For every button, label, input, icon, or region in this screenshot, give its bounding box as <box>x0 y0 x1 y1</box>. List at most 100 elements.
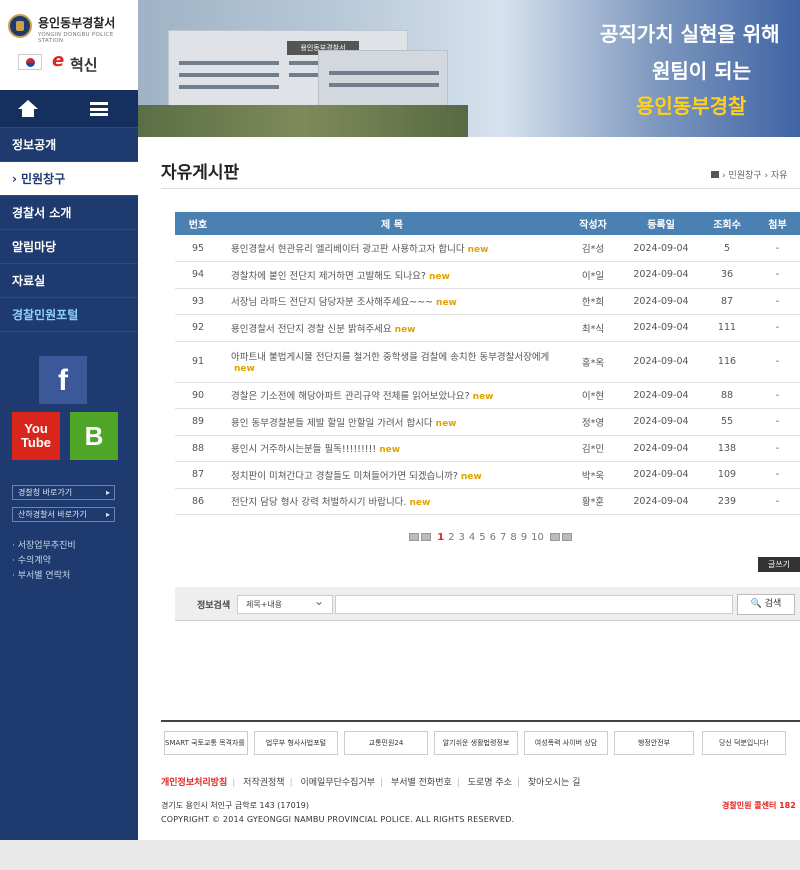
quick-link-sub-stations[interactable]: 산하경찰서 바로가기 <box>12 507 115 522</box>
post-title-link[interactable]: 정치판이 미쳐간다고 경찰들도 미쳐들어가면 되겠습니까? <box>231 471 458 482</box>
page-link[interactable]: 10 <box>531 532 544 543</box>
footer-link-privacy[interactable]: 개인정보처리방침 <box>161 778 227 788</box>
post-title-link[interactable]: 용인시 거주하시는분들 필독!!!!!!!!! <box>231 444 376 455</box>
page-link[interactable]: 4 <box>469 532 475 543</box>
breadcrumb-text[interactable]: › 민원창구 › 자유 <box>722 171 787 181</box>
partner-banner-law-info[interactable]: 알기쉬운 생활법령정보 <box>434 731 518 755</box>
post-title-link[interactable]: 전단지 담당 형사 강력 처벌하시기 바랍니다. <box>231 497 406 508</box>
cell-author: 최*식 <box>563 314 623 342</box>
cell-attachment: - <box>755 382 800 409</box>
pagination: 1 2 3 4 5 6 7 8 9 10 <box>408 532 573 543</box>
cell-title[interactable]: 용인경찰서 전단지 경찰 신분 밝혀주세요 new <box>221 314 563 342</box>
side-link-expenses[interactable]: 서장업무추진비 <box>12 538 76 551</box>
table-row[interactable]: 90 경찰은 기소전에 해당아파트 관리규약 전체를 읽어보았나요? new 이*현 2… <box>175 382 800 409</box>
post-title-link[interactable]: 용인경찰서 현관유리 엘리베이터 광고판 사용하고자 합니다 <box>231 244 465 255</box>
footer-link-directions[interactable]: 찾아오시는 길 <box>528 778 581 788</box>
youtube-icon-text-bottom: Tube <box>20 435 52 450</box>
page-link[interactable]: 8 <box>510 532 516 543</box>
table-row[interactable]: 95 용인경찰서 현관유리 엘리베이터 광고판 사용하고자 합니다 new 김*성 20… <box>175 235 800 262</box>
logo-area[interactable]: 용인동부경찰서 YONGIN DONGBU POLICE STATION e 혁… <box>0 0 138 90</box>
blog-icon[interactable]: B <box>70 412 118 460</box>
column-header-views: 조회수 <box>699 212 755 235</box>
post-title-link[interactable]: 경찰은 기소전에 해당아파트 관리규약 전체를 읽어보았나요? <box>231 391 470 402</box>
post-title-link[interactable]: 경찰차에 붙인 전단지 제거하면 고발해도 되나요? <box>231 271 426 282</box>
cell-date: 2024-09-04 <box>623 461 699 489</box>
partner-banner-kics[interactable]: 법무부 형사사법포털 <box>254 731 338 755</box>
cell-title[interactable]: 정치판이 미쳐간다고 경찰들도 미쳐들어가면 되겠습니까? new <box>221 461 563 489</box>
page-link[interactable]: 3 <box>459 532 465 543</box>
cell-attachment: - <box>755 461 800 489</box>
home-icon[interactable] <box>711 171 719 178</box>
cell-title[interactable]: 서장님 라파드 전단지 담당자분 조사해주세요~~~ new <box>221 288 563 315</box>
nav-item-info-disclosure[interactable]: 정보공개 <box>0 128 138 162</box>
nav-item-notices[interactable]: 알림마당 <box>0 230 138 264</box>
footer-link-address[interactable]: 도로명 주소 <box>468 778 512 788</box>
partner-banner-thanks[interactable]: 당신 덕분입니다! <box>702 731 786 755</box>
post-title-link[interactable]: 용인경찰서 전단지 경찰 신분 밝혀주세요 <box>231 324 392 335</box>
write-button[interactable]: 글쓰기 <box>758 557 800 572</box>
hamburger-icon[interactable] <box>90 102 108 116</box>
board-table: 번호 제 목 작성자 등록일 조회수 첨부 95 용인경찰서 현관유리 엘리베이터… <box>175 212 800 515</box>
post-title-link[interactable]: 아파트내 불법게시물 전단지를 철거한 중학생을 검찰에 송치한 동부경찰서장에… <box>231 352 549 363</box>
page-link[interactable]: 1 <box>437 532 444 543</box>
page-link[interactable]: 9 <box>521 532 527 543</box>
cell-title[interactable]: 용인시 거주하시는분들 필독!!!!!!!!! new <box>221 435 563 462</box>
search-button[interactable]: 🔍 검색 <box>737 594 795 615</box>
table-row[interactable]: 91 아파트내 불법게시물 전단지를 철거한 중학생을 검찰에 송치한 동부경찰서… <box>175 341 800 383</box>
footer-link-email[interactable]: 이메일무단수집거부 <box>301 778 376 788</box>
search-type-select[interactable]: 제목+내용 <box>237 593 333 614</box>
column-header-author: 작성자 <box>563 212 623 235</box>
nav-item-about[interactable]: 경찰서 소개 <box>0 196 138 230</box>
column-header-number: 번호 <box>175 212 221 235</box>
nav-item-civil-portal[interactable]: 경찰민원포털 <box>0 298 138 332</box>
last-page-icon[interactable] <box>562 533 573 541</box>
table-row[interactable]: 94 경찰차에 붙인 전단지 제거하면 고발해도 되나요? new 이*일 2024-0… <box>175 261 800 289</box>
youtube-icon[interactable]: You Tube <box>12 412 60 460</box>
first-page-icon[interactable] <box>409 533 419 541</box>
next-page-icon[interactable] <box>550 533 561 541</box>
search-input[interactable] <box>335 595 733 614</box>
breadcrumb: › 민원창구 › 자유 <box>711 168 787 181</box>
footer-copyright: COPYRIGHT © 2014 GYEONGGI NAMBU PROVINCI… <box>161 815 515 824</box>
footer-link-copyright[interactable]: 저작권정책 <box>243 778 284 788</box>
page-link[interactable]: 2 <box>448 532 454 543</box>
facebook-icon[interactable]: f <box>39 356 87 404</box>
page-link[interactable]: 7 <box>500 532 506 543</box>
cell-date: 2024-09-04 <box>623 382 699 409</box>
search-button-label: 검색 <box>764 599 782 609</box>
side-link-contracts[interactable]: 수의계약 <box>12 553 51 566</box>
table-row[interactable]: 89 용인 동부경찰분들 제발 할일 안할일 가려서 합시다 new 정*영 2024-… <box>175 408 800 436</box>
partner-banner-mois[interactable]: 행정안전부 <box>614 731 694 755</box>
cell-title[interactable]: 전단지 담당 형사 강력 처벌하시기 바랍니다. new <box>221 488 563 515</box>
post-title-link[interactable]: 용인 동부경찰분들 제발 할일 안할일 가려서 합시다 <box>231 418 433 429</box>
prev-page-icon[interactable] <box>421 533 431 541</box>
nav-item-civil-service[interactable]: 민원창구 <box>0 162 138 196</box>
cell-date: 2024-09-04 <box>623 435 699 462</box>
quick-link-police-agency[interactable]: 경찰청 바로가기 <box>12 485 115 500</box>
cell-title[interactable]: 경찰차에 붙인 전단지 제거하면 고발해도 되나요? new <box>221 261 563 289</box>
cell-title[interactable]: 아파트내 불법게시물 전단지를 철거한 중학생을 검찰에 송치한 동부경찰서장에… <box>221 341 563 383</box>
partner-banner-women-counsel[interactable]: 여성폭력 사이버 상담 <box>524 731 608 755</box>
e-innovation-logo-prefix: e <box>52 50 65 71</box>
cell-title[interactable]: 경찰은 기소전에 해당아파트 관리규약 전체를 읽어보았나요? new <box>221 382 563 409</box>
page-link[interactable]: 6 <box>490 532 496 543</box>
partner-banner-witness[interactable]: SMART 국토교통 목격자를 찾습니다! <box>164 731 248 755</box>
e-innovation-logo-text: 혁신 <box>70 56 98 74</box>
cell-views: 5 <box>699 235 755 262</box>
cell-title[interactable]: 용인경찰서 현관유리 엘리베이터 광고판 사용하고자 합니다 new <box>221 235 563 262</box>
table-row[interactable]: 92 용인경찰서 전단지 경찰 신분 밝혀주세요 new 최*식 2024-09-04 1… <box>175 314 800 342</box>
side-link-department-contacts[interactable]: 부서별 연락처 <box>12 568 71 581</box>
cell-number: 91 <box>175 341 221 383</box>
partner-banner-traffic[interactable]: 교통민원24 <box>344 731 428 755</box>
nav-item-resources[interactable]: 자료실 <box>0 264 138 298</box>
table-row[interactable]: 87 정치판이 미쳐간다고 경찰들도 미쳐들어가면 되겠습니까? new 박*욱 202… <box>175 461 800 489</box>
cell-title[interactable]: 용인 동부경찰분들 제발 할일 안할일 가려서 합시다 new <box>221 408 563 436</box>
post-title-link[interactable]: 서장님 라파드 전단지 담당자분 조사해주세요~~~ <box>231 297 433 308</box>
home-icon[interactable] <box>18 100 38 118</box>
table-row[interactable]: 86 전단지 담당 형사 강력 처벌하시기 바랍니다. new 황*훈 2024-09-… <box>175 488 800 515</box>
footer-link-phones[interactable]: 부서별 전화번호 <box>391 778 452 788</box>
page-link[interactable]: 5 <box>479 532 485 543</box>
new-badge: new <box>428 271 450 282</box>
table-row[interactable]: 93 서장님 라파드 전단지 담당자분 조사해주세요~~~ new 한*희 2024-0… <box>175 288 800 315</box>
table-row[interactable]: 88 용인시 거주하시는분들 필독!!!!!!!!! new 김*민 2024-09-0… <box>175 435 800 462</box>
